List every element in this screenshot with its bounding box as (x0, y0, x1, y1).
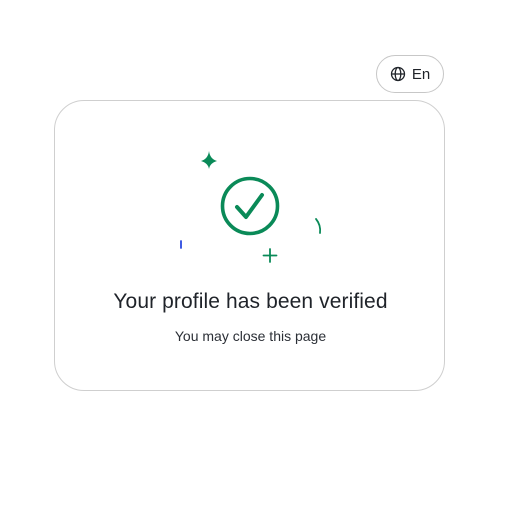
verification-card: Your profile has been verified You may c… (54, 100, 445, 391)
verification-title: Your profile has been verified (113, 290, 388, 313)
check-circle-icon (220, 176, 280, 236)
success-illustration (180, 151, 322, 263)
verification-subtitle: You may close this page (174, 328, 327, 344)
globe-icon (390, 66, 405, 82)
language-label: En (411, 65, 431, 83)
plus-sparkle-icon (262, 248, 278, 263)
language-selector-button[interactable]: En (376, 55, 444, 93)
sparkle-icon (201, 151, 217, 169)
confetti-arc (315, 218, 322, 234)
